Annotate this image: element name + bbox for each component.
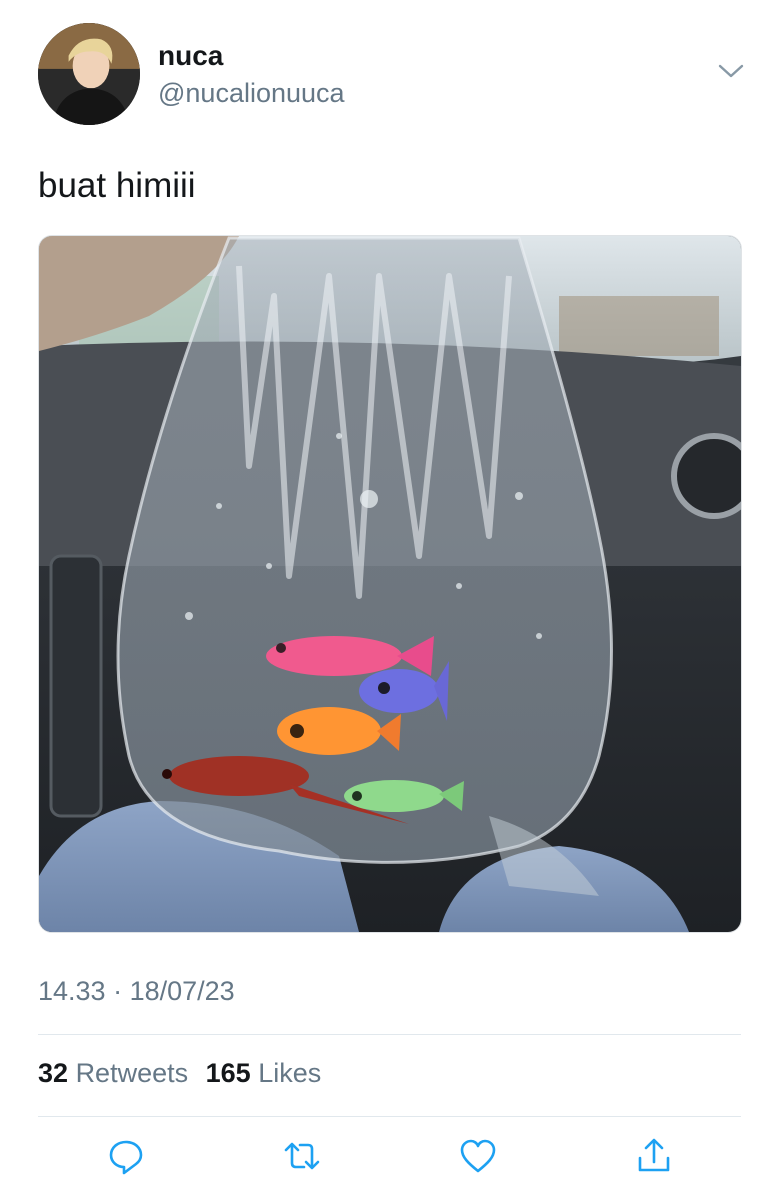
likes-label: Likes xyxy=(258,1058,322,1088)
likes-count: 165 xyxy=(205,1058,251,1088)
reply-icon[interactable] xyxy=(106,1136,146,1176)
timestamp-separator: · xyxy=(105,976,130,1006)
chevron-down-icon[interactable] xyxy=(718,62,744,80)
author-handle[interactable]: @nucalionuuca xyxy=(158,78,345,109)
tweet-time: 14.33 xyxy=(38,976,106,1006)
likes-stat[interactable]: 165 Likes xyxy=(206,1058,322,1089)
tweet-photo[interactable] xyxy=(38,235,742,933)
heart-icon[interactable] xyxy=(458,1136,498,1176)
divider xyxy=(38,1034,741,1035)
tweet-date: 18/07/23 xyxy=(129,976,235,1006)
share-icon[interactable] xyxy=(634,1136,674,1176)
retweets-count: 32 xyxy=(38,1058,69,1088)
author-name[interactable]: nuca xyxy=(158,40,223,72)
retweets-stat[interactable]: 32 Retweets xyxy=(38,1058,188,1089)
tweet-timestamp[interactable]: 14.33 · 18/07/23 xyxy=(38,976,235,1007)
tweet-actions xyxy=(38,1128,741,1188)
divider xyxy=(38,1116,741,1117)
tweet-stats: 32 Retweets 165 Likes xyxy=(38,1058,331,1089)
retweet-icon[interactable] xyxy=(282,1136,322,1176)
avatar[interactable] xyxy=(38,23,140,125)
avatar-image xyxy=(38,23,140,125)
tweet-text: buat himiii xyxy=(38,166,196,205)
retweets-label: Retweets xyxy=(75,1058,189,1088)
